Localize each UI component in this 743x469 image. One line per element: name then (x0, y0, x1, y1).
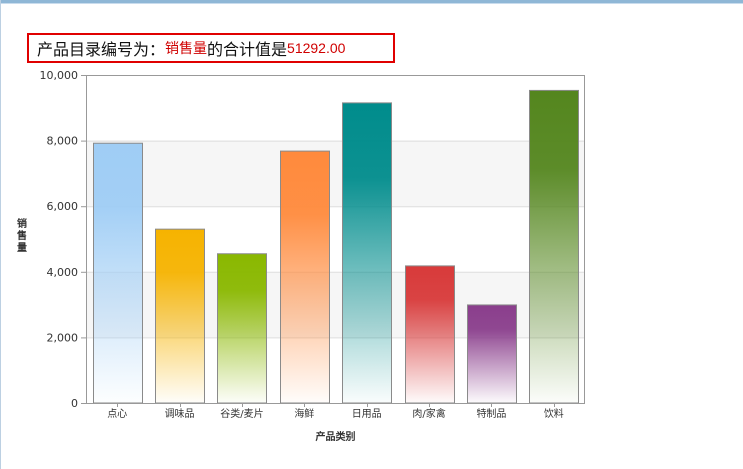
x-tick-label: 饮料 (544, 407, 564, 420)
plot-band (86, 140, 585, 207)
x-tick-label: 点心 (107, 408, 127, 420)
bar-6[interactable] (467, 304, 517, 404)
y-tick-label: 8,000 (47, 135, 79, 148)
x-tick-label: 日用品 (352, 408, 382, 420)
bar-7[interactable] (529, 89, 579, 404)
bar-3[interactable] (280, 150, 330, 404)
x-tick-label: 谷类/麦片 (220, 407, 263, 420)
bar-chart: 0 2,000 4,000 6,000 8,000 10,000 点心 调味品 谷类/麦片 海鲜… (17, 69, 585, 443)
x-tick-label: 特制品 (476, 407, 506, 420)
bar-0[interactable] (93, 142, 143, 404)
x-tick-label: 肉/家禽 (412, 407, 445, 420)
x-tick-label: 海鲜 (294, 407, 314, 420)
x-axis-ticks: 点心 调味品 谷类/麦片 海鲜 日用品 肉/家禽 特制品 饮料 (107, 403, 564, 420)
x-axis-title: 产品类别 (316, 430, 356, 443)
y-axis-title: 销售量 (17, 217, 27, 254)
y-tick-label: 4,000 (47, 266, 79, 279)
y-tick-label: 0 (71, 397, 78, 410)
y-tick-label: 10,000 (40, 69, 79, 82)
x-tick-label: 调味品 (165, 408, 195, 420)
plot-band (86, 75, 585, 141)
y-tick-label: 6,000 (47, 200, 79, 213)
bar-5[interactable] (405, 265, 455, 404)
y-tick-label: 2,000 (47, 331, 79, 344)
bar-4[interactable] (342, 102, 392, 404)
bar-1[interactable] (155, 228, 205, 404)
y-axis-ticks: 0 2,000 4,000 6,000 8,000 10,000 (40, 69, 86, 410)
bar-2[interactable] (217, 253, 267, 404)
